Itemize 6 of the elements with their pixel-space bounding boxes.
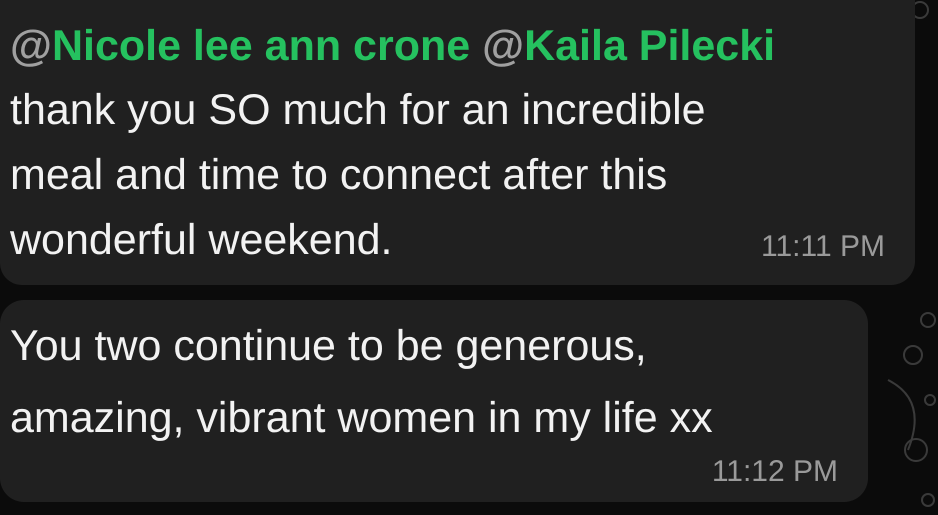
mention-link[interactable]: @Kaila Pilecki: [482, 22, 776, 70]
mention-link[interactable]: @Nicole lee ann crone: [10, 22, 470, 70]
message-time: 11:11 PM: [761, 229, 885, 265]
message-text: You two continue to be generous, amazing, vibrant women in my life xx: [10, 321, 713, 444]
message-time: 11:12 PM: [712, 454, 838, 490]
message-text: thank you SO much for an incredible meal and time to connect after this wonderful weekend.: [10, 85, 706, 266]
